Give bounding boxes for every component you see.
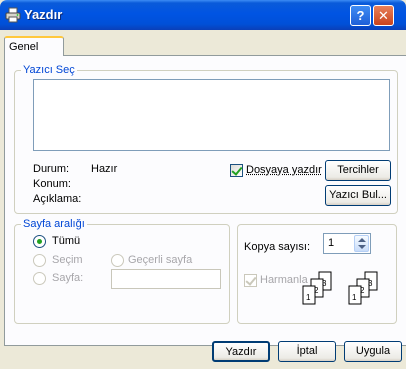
location-label: Konum:	[33, 178, 71, 190]
copies-label: Kopya sayısı:	[244, 241, 311, 253]
collate-pages-icon: 1 2 3 1 2 3	[302, 271, 378, 305]
collate-checkbox[interactable]	[244, 274, 257, 287]
status-value: Hazır	[91, 163, 118, 175]
print-dialog: Yazdır ? ✕ Genel Yazıcı Seç Durum: Hazır…	[0, 0, 406, 369]
status-label: Durum:	[33, 163, 70, 175]
tab-general-label: Genel	[9, 41, 39, 53]
range-all-label[interactable]: Tümü	[52, 235, 80, 247]
svg-text:3: 3	[322, 279, 327, 288]
page-range-label: Sayfa aralığı	[21, 218, 87, 230]
printer-select-label: Yazıcı Seç	[21, 64, 77, 76]
range-selection-radio[interactable]	[33, 254, 46, 267]
window-title: Yazdır	[24, 7, 63, 22]
preferences-button[interactable]: Tercihler	[325, 160, 391, 181]
copies-stepper[interactable]: 1	[323, 233, 371, 254]
print-button[interactable]: Yazdır	[212, 341, 270, 362]
help-button[interactable]: ?	[350, 5, 371, 26]
print-to-file-label[interactable]: Dosyaya yazdır	[246, 164, 322, 176]
copies-spin-arrows-icon[interactable]	[354, 235, 369, 252]
collate-stack-1: 1 2 3	[302, 271, 332, 305]
close-button[interactable]: ✕	[373, 5, 394, 26]
pages-input[interactable]	[111, 269, 221, 289]
svg-text:2: 2	[314, 286, 319, 295]
svg-text:1: 1	[306, 293, 311, 302]
svg-text:2: 2	[360, 286, 365, 295]
printer-list[interactable]	[33, 79, 390, 151]
range-pages-label[interactable]: Sayfa:	[52, 272, 83, 284]
apply-button[interactable]: Uygula	[344, 341, 402, 362]
find-printer-button[interactable]: Yazıcı Bul...	[325, 185, 391, 206]
range-selection-label[interactable]: Seçim	[52, 254, 83, 266]
svg-text:3: 3	[368, 279, 373, 288]
tab-general[interactable]: Genel	[4, 36, 64, 56]
printer-icon	[5, 7, 21, 23]
print-to-file-checkbox[interactable]	[230, 164, 243, 177]
range-pages-radio[interactable]	[33, 272, 46, 285]
comment-label: Açıklama:	[33, 193, 82, 205]
copies-value: 1	[328, 237, 335, 249]
cancel-button[interactable]: İptal	[278, 341, 336, 362]
range-current-page-label[interactable]: Geçerli sayfa	[128, 254, 192, 266]
range-all-radio[interactable]	[33, 235, 46, 248]
svg-text:1: 1	[352, 293, 357, 302]
range-current-page-radio[interactable]	[111, 254, 124, 267]
collate-stack-2: 1 2 3	[348, 271, 378, 305]
title-bar[interactable]: Yazdır ? ✕	[0, 0, 406, 30]
